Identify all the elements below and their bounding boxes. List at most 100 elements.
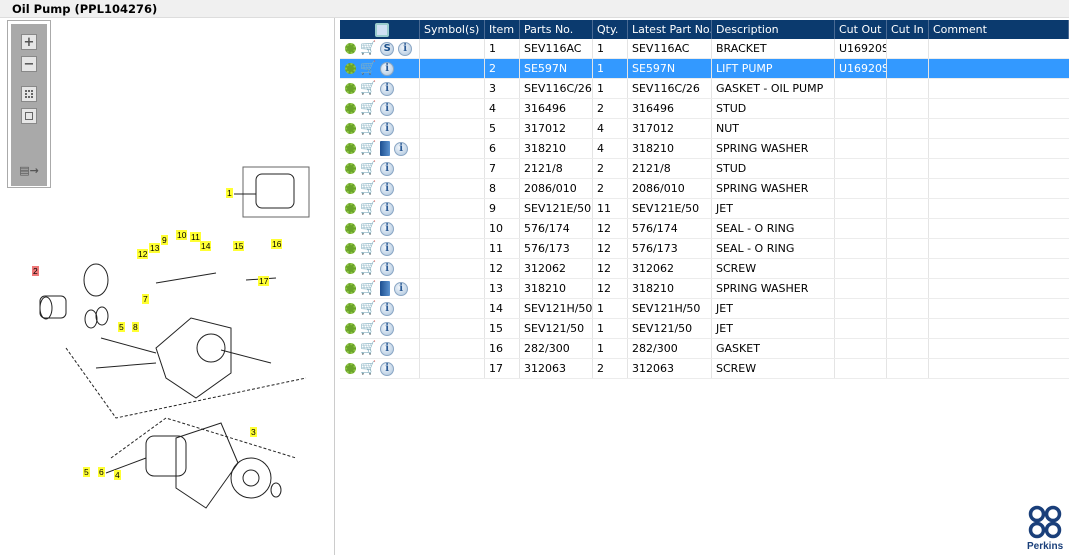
cart-icon[interactable]: 🛒 — [360, 321, 376, 336]
cart-icon[interactable]: 🛒 — [360, 281, 376, 296]
cart-icon[interactable]: 🛒 — [360, 261, 376, 276]
col-parts-no[interactable]: Parts No. — [520, 20, 593, 39]
cart-icon[interactable]: 🛒 — [360, 81, 376, 96]
col-cut-out[interactable]: Cut Out — [835, 20, 887, 39]
callout-16[interactable]: 16 — [271, 239, 283, 249]
table-row[interactable]: 🛒 i 9 SEV121E/50 11 SEV121E/50 JET — [340, 199, 1069, 219]
col-description[interactable]: Description — [712, 20, 835, 39]
table-row[interactable]: 🛒 i 16 282/300 1 282/300 GASKET — [340, 339, 1069, 359]
info-icon[interactable]: i — [380, 261, 395, 276]
gear-icon[interactable] — [345, 183, 356, 194]
info-icon[interactable]: i — [380, 101, 395, 116]
table-row[interactable]: 🛒 Si 1 SEV116AC 1 SEV116AC BRACKET U1692… — [340, 39, 1069, 59]
gear-icon[interactable] — [345, 243, 356, 254]
table-row[interactable]: 🛒 i 7 2121/8 2 2121/8 STUD — [340, 159, 1069, 179]
table-row[interactable]: 🛒 i 2 SE597N 1 SE597N LIFT PUMP U16920S — [340, 59, 1069, 79]
callout-4[interactable]: 4 — [114, 470, 121, 480]
info-icon[interactable]: i — [398, 41, 413, 56]
info-icon[interactable]: i — [380, 121, 395, 136]
cart-icon[interactable]: 🛒 — [360, 341, 376, 356]
info-icon[interactable]: i — [380, 221, 395, 236]
gear-icon[interactable] — [345, 103, 356, 114]
callout-5[interactable]: 5 — [118, 322, 125, 332]
callout-9[interactable]: 9 — [161, 235, 168, 245]
table-row[interactable]: 🛒 i 3 SEV116C/26 1 SEV116C/26 GASKET - O… — [340, 79, 1069, 99]
zoom-out-button[interactable]: − — [21, 56, 37, 72]
cart-icon[interactable]: 🛒 — [360, 121, 376, 136]
info-icon[interactable]: i — [394, 281, 409, 296]
gear-icon[interactable] — [345, 303, 356, 314]
table-row[interactable]: 🛒 i 10 576/174 12 576/174 SEAL - O RING — [340, 219, 1069, 239]
callout-2[interactable]: 2 — [32, 266, 39, 276]
cart-icon[interactable]: 🛒 — [360, 101, 376, 116]
cart-icon[interactable]: 🛒 — [360, 181, 376, 196]
col-cut-in[interactable]: Cut In — [887, 20, 929, 39]
table-row[interactable]: 🛒 i 15 SEV121/50 1 SEV121/50 JET — [340, 319, 1069, 339]
gear-icon[interactable] — [345, 323, 356, 334]
gear-icon[interactable] — [345, 63, 356, 74]
cart-icon[interactable]: 🛒 — [360, 41, 376, 56]
info-icon[interactable]: i — [380, 241, 395, 256]
callout-5[interactable]: 5 — [83, 467, 90, 477]
cart-icon[interactable]: 🛒 — [360, 141, 376, 156]
cart-icon[interactable]: 🛒 — [360, 161, 376, 176]
table-row[interactable]: 🛒 i 4 316496 2 316496 STUD — [340, 99, 1069, 119]
info-icon[interactable]: i — [380, 341, 395, 356]
table-row[interactable]: 🛒 i 17 312063 2 312063 SCREW — [340, 359, 1069, 379]
table-row[interactable]: 🛒 i 13 318210 12 318210 SPRING WASHER — [340, 279, 1069, 299]
book-icon[interactable] — [380, 141, 391, 156]
cart-icon[interactable]: 🛒 — [360, 221, 376, 236]
gear-icon[interactable] — [345, 83, 356, 94]
info-icon[interactable]: i — [380, 61, 395, 76]
gear-icon[interactable] — [345, 163, 356, 174]
col-latest-part-no[interactable]: Latest Part No. — [628, 20, 712, 39]
supersession-icon[interactable]: S — [380, 41, 395, 56]
col-qty[interactable]: Qty. — [593, 20, 628, 39]
export-button[interactable]: ▤→ — [19, 162, 39, 178]
gear-icon[interactable] — [345, 203, 356, 214]
callout-10[interactable]: 10 — [176, 230, 188, 240]
table-row[interactable]: 🛒 i 8 2086/010 2 2086/010 SPRING WASHER — [340, 179, 1069, 199]
callout-7[interactable]: 7 — [142, 294, 149, 304]
table-row[interactable]: 🛒 i 11 576/173 12 576/173 SEAL - O RING — [340, 239, 1069, 259]
table-row[interactable]: 🛒 i 5 317012 4 317012 NUT — [340, 119, 1069, 139]
gear-icon[interactable] — [345, 123, 356, 134]
info-icon[interactable]: i — [380, 361, 395, 376]
info-icon[interactable]: i — [380, 81, 395, 96]
gear-icon[interactable] — [345, 223, 356, 234]
callout-17[interactable]: 17 — [258, 276, 270, 286]
cart-icon[interactable]: 🛒 — [360, 61, 376, 76]
book-icon[interactable] — [380, 281, 391, 296]
cart-icon[interactable]: 🛒 — [360, 241, 376, 256]
info-icon[interactable]: i — [380, 301, 395, 316]
gear-icon[interactable] — [345, 263, 356, 274]
callout-14[interactable]: 14 — [200, 241, 212, 251]
callout-1[interactable]: 1 — [226, 188, 233, 198]
gear-icon[interactable] — [345, 43, 356, 54]
callout-8[interactable]: 8 — [132, 322, 139, 332]
gear-icon[interactable] — [345, 343, 356, 354]
callout-12[interactable]: 12 — [137, 249, 149, 259]
info-icon[interactable]: i — [380, 201, 395, 216]
exploded-diagram[interactable] — [6, 18, 335, 555]
table-row[interactable]: 🛒 i 6 318210 4 318210 SPRING WASHER — [340, 139, 1069, 159]
callout-3[interactable]: 3 — [250, 427, 257, 437]
search-column-button[interactable] — [340, 20, 420, 39]
info-icon[interactable]: i — [380, 321, 395, 336]
gear-icon[interactable] — [345, 363, 356, 374]
gear-icon[interactable] — [345, 143, 356, 154]
actual-size-button[interactable] — [21, 108, 37, 124]
col-item[interactable]: Item — [485, 20, 520, 39]
table-row[interactable]: 🛒 i 12 312062 12 312062 SCREW — [340, 259, 1069, 279]
table-row[interactable]: 🛒 i 14 SEV121H/50 1 SEV121H/50 JET — [340, 299, 1069, 319]
info-icon[interactable]: i — [380, 161, 395, 176]
info-icon[interactable]: i — [394, 141, 409, 156]
cart-icon[interactable]: 🛒 — [360, 301, 376, 316]
diagram-panel[interactable]: 1 2 3 4 5 6 5 8 7 9 10 11 12 13 14 15 16 17 + − ▤→ — [6, 18, 335, 555]
zoom-in-button[interactable]: + — [21, 34, 37, 50]
cart-icon[interactable]: 🛒 — [360, 361, 376, 376]
col-symbols[interactable]: Symbol(s) — [420, 20, 485, 39]
gear-icon[interactable] — [345, 283, 356, 294]
callout-13[interactable]: 13 — [149, 243, 161, 253]
callout-15[interactable]: 15 — [233, 241, 245, 251]
